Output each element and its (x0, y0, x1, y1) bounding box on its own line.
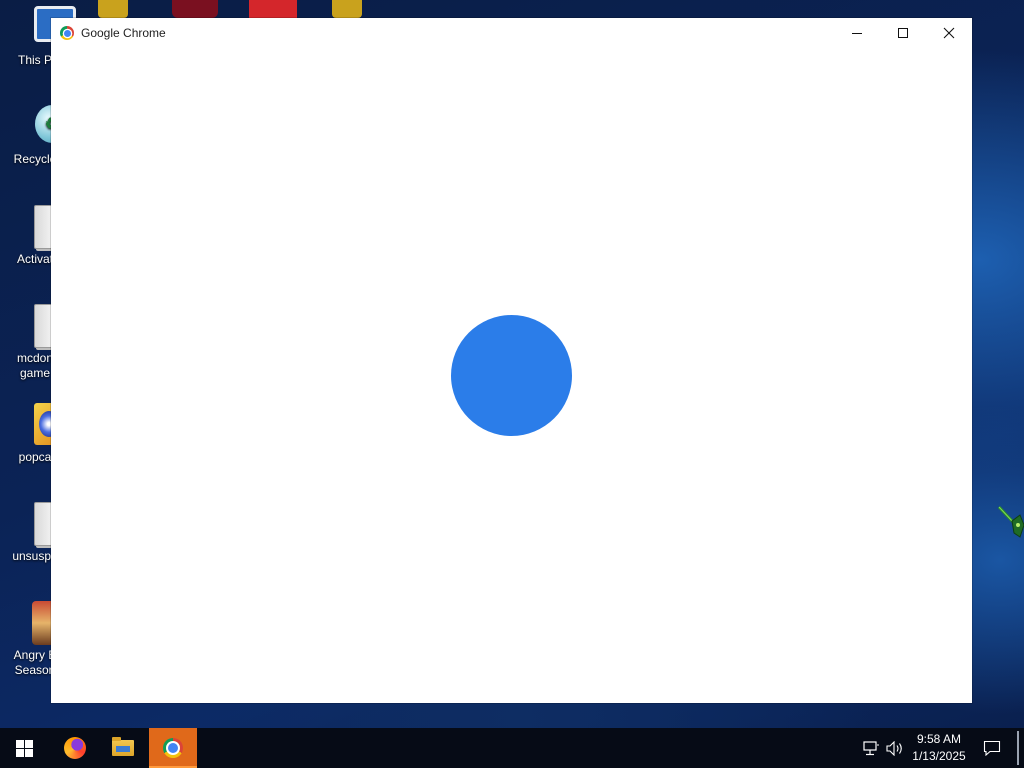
maximize-button[interactable] (880, 18, 926, 48)
busy-cursor-icon (998, 505, 1024, 538)
taskbar-firefox[interactable] (51, 728, 99, 768)
notifications-button[interactable] (978, 728, 1006, 768)
chrome-icon (60, 26, 74, 40)
firefox-icon (64, 737, 86, 759)
close-button[interactable] (926, 18, 972, 48)
partial-desktop-icon[interactable] (332, 0, 362, 18)
file-explorer-icon (112, 737, 134, 756)
taskbar-chrome[interactable] (149, 728, 197, 768)
minimize-button[interactable] (834, 18, 880, 48)
network-icon (862, 740, 879, 755)
taskbar: 9:58 AM 1/13/2025 (0, 728, 1024, 768)
network-tray-button[interactable] (860, 728, 882, 768)
notification-icon (983, 740, 1001, 756)
window-title: Google Chrome (81, 26, 166, 40)
partial-desktop-icon[interactable] (249, 0, 297, 18)
chrome-icon (163, 738, 183, 758)
window-titlebar[interactable]: Google Chrome (51, 18, 972, 48)
clock-date: 1/13/2025 (912, 749, 966, 763)
blue-circle[interactable] (451, 315, 572, 436)
maximize-icon (898, 28, 908, 38)
close-icon (943, 27, 955, 39)
start-button[interactable] (0, 728, 48, 768)
partial-desktop-icon[interactable] (172, 0, 218, 18)
taskbar-file-explorer[interactable] (99, 728, 147, 768)
show-desktop-button[interactable] (1017, 731, 1019, 765)
minimize-icon (852, 33, 862, 34)
taskbar-clock[interactable]: 9:58 AM 1/13/2025 (908, 731, 970, 765)
volume-icon (886, 740, 902, 756)
volume-tray-button[interactable] (884, 728, 906, 768)
clock-time: 9:58 AM (916, 732, 962, 746)
partial-desktop-icon[interactable] (98, 0, 128, 18)
page-content[interactable] (51, 48, 972, 703)
windows-start-icon (15, 739, 33, 757)
chrome-window[interactable]: Google Chrome (51, 18, 972, 703)
